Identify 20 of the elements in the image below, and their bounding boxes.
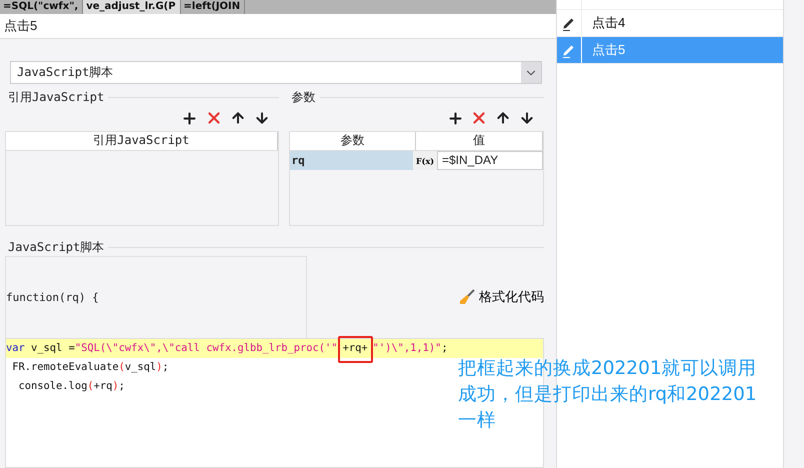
column-header: 值 (416, 132, 544, 150)
format-code-button[interactable]: 格式化代码 (459, 288, 544, 306)
annotation-text: 把框起来的换成202201就可以调用成功，但是打印出来的rq和202201一样 (458, 357, 758, 433)
column-header: 引用JavaScript (6, 132, 278, 150)
code-line: console.log(+rq); (18, 379, 125, 394)
param-value-field[interactable]: =$IN_DAY (437, 151, 543, 170)
function-signature: function(rq) { (6, 291, 99, 304)
section-title: JavaScript脚本 (7, 238, 104, 256)
param-name-cell[interactable]: rq (290, 151, 413, 170)
section-title: 引用JavaScript (7, 88, 104, 106)
formula-button[interactable]: F(x) (413, 151, 437, 170)
broom-icon (459, 289, 475, 305)
section-title: 参数 (290, 88, 316, 106)
code-line: FR.remoteEvaluate(v_sql); (11, 360, 169, 375)
spreadsheet-cell: ve_adjust_lr.G(P (83, 0, 181, 14)
code-line: var v_sql ="SQL(\"cwfx\",\"call cwfx.glbb_lrb_proc('" +rq+ "')\",1,1)"; (6, 339, 448, 358)
script-type-dropdown[interactable]: JavaScript脚本 (10, 61, 542, 84)
event-list-item[interactable]: 点击4 (557, 10, 783, 37)
column-header: 参数 (290, 132, 416, 150)
dialog-title: 点击5 (0, 14, 556, 39)
